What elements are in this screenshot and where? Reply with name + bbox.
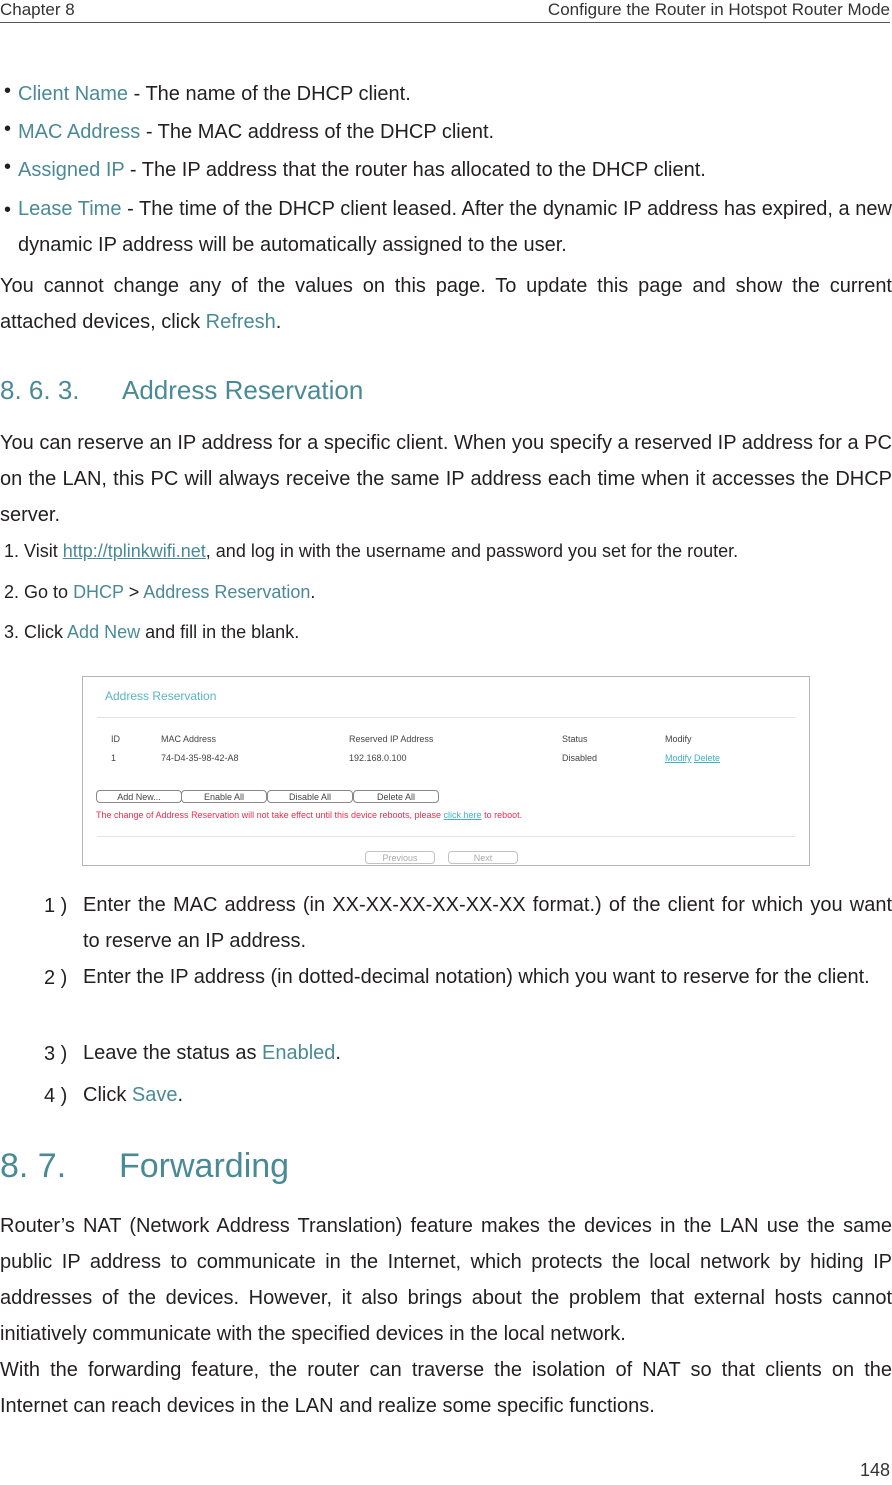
step-text: Click: [24, 622, 68, 642]
step-text: .: [310, 582, 316, 602]
forwarding-paragraph-2: With the forwarding feature, the router …: [0, 1359, 892, 1417]
chapter-title: Configure the Router in Hotspot Router M…: [547, 0, 890, 19]
substep-text: Enter the MAC address (in XX-XX-XX-XX-XX…: [83, 887, 892, 959]
row-id: 1: [111, 753, 117, 763]
disable-all-button[interactable]: Disable All: [267, 790, 353, 803]
next-button[interactable]: Next: [448, 851, 518, 864]
substep-body: .: [335, 1042, 341, 1064]
dhcp-menu-link[interactable]: DHCP: [73, 582, 124, 602]
column-header-modify: Modify: [665, 734, 692, 744]
term: Lease Time: [18, 198, 122, 220]
divider: [97, 836, 795, 837]
list-item: Client Name - The name of the DHCP clien…: [18, 76, 892, 112]
page-number: 148: [859, 1460, 890, 1480]
reboot-warning: The change of Address Reservation will n…: [96, 810, 522, 820]
tplinkwifi-link[interactable]: http://tplinkwifi.net: [63, 541, 206, 561]
warning-text: to reboot.: [481, 810, 523, 820]
forwarding-paragraph-1: Router’s NAT (Network Address Translatio…: [0, 1215, 892, 1345]
section-intro: You can reserve an IP address for a spec…: [0, 432, 892, 526]
click-here-reboot-link[interactable]: click here: [444, 810, 482, 820]
refresh-link[interactable]: Refresh: [206, 311, 276, 333]
step-2: 2. Go to DHCP > Address Reservation.: [4, 582, 315, 603]
address-reservation-link[interactable]: Address Reservation: [143, 582, 310, 602]
section-heading-8-7: 8. 7. Forwarding: [0, 1147, 289, 1186]
step-3: 3. Click Add New and fill in the blank.: [4, 622, 299, 643]
row-mac: 74-D4-35-98-42-A8: [161, 753, 239, 763]
step-text: Visit: [24, 541, 63, 561]
step-number: 3.: [4, 622, 20, 642]
refresh-note: You cannot change any of the values on t…: [0, 268, 892, 340]
step-text: and fill in the blank.: [140, 622, 300, 642]
step-number: 2.: [4, 582, 20, 602]
substep-text: Leave the status as Enabled.: [83, 1035, 892, 1071]
bullet-icon: •: [4, 118, 12, 140]
section-number: 8. 6. 3.: [0, 375, 80, 405]
column-header-status: Status: [562, 734, 588, 744]
step-text: >: [123, 582, 144, 602]
note-text: You cannot change any of the values on t…: [0, 275, 892, 333]
bullet-icon: •: [4, 156, 12, 178]
step-number: 1.: [4, 541, 20, 561]
column-header-ip: Reserved IP Address: [349, 734, 434, 744]
warning-text: The change of Address Reservation will n…: [96, 810, 444, 820]
section-number: 8. 7.: [0, 1147, 67, 1185]
step-text: Go to: [24, 582, 74, 602]
modify-link[interactable]: Modify: [665, 753, 692, 763]
row-actions: Modify Delete: [665, 753, 720, 763]
substep-number: 1 ): [44, 895, 68, 917]
chapter-label: Chapter 8: [0, 0, 75, 19]
substep-body: Leave the status as: [83, 1042, 263, 1064]
description: - The time of the DHCP client leased. Af…: [18, 198, 892, 256]
add-new-button[interactable]: Add New...: [96, 790, 182, 803]
previous-button[interactable]: Previous: [365, 851, 435, 864]
description: - The name of the DHCP client.: [128, 83, 411, 105]
substep-body: Enter the IP address (in dotted-decimal …: [83, 966, 870, 988]
delete-link[interactable]: Delete: [694, 753, 720, 763]
enabled-status-link[interactable]: Enabled: [262, 1042, 335, 1064]
delete-all-button[interactable]: Delete All: [353, 790, 439, 803]
list-item: MAC Address - The MAC address of the DHC…: [18, 114, 892, 150]
description: - The MAC address of the DHCP client.: [140, 121, 495, 143]
substep-number: 2 ): [44, 967, 68, 989]
substep-body: Enter the MAC address (in XX-XX-XX-XX-XX…: [83, 894, 892, 952]
substep-text: Enter the IP address (in dotted-decimal …: [83, 959, 892, 995]
list-item: Lease Time - The time of the DHCP client…: [18, 191, 892, 263]
section-title: Address Reservation: [122, 375, 364, 405]
enable-all-button[interactable]: Enable All: [181, 790, 267, 803]
section-title: Forwarding: [119, 1147, 290, 1185]
bullet-icon: •: [4, 199, 12, 221]
term: MAC Address: [18, 121, 141, 143]
substep-body: .: [177, 1084, 184, 1106]
substep-number: 3 ): [44, 1043, 68, 1065]
bullet-icon: •: [4, 80, 12, 102]
save-link[interactable]: Save: [132, 1084, 178, 1106]
step-1: 1. Visit http://tplinkwifi.net, and log …: [4, 541, 738, 562]
address-reservation-screenshot: Address Reservation ID MAC Address Reser…: [82, 676, 810, 866]
term: Assigned IP: [18, 159, 125, 181]
column-header-id: ID: [111, 734, 120, 744]
substep-body: Click: [83, 1084, 132, 1106]
description: - The IP address that the router has all…: [124, 159, 706, 181]
page-header: Chapter 8 Configure the Router in Hotspo…: [0, 0, 890, 23]
add-new-link[interactable]: Add New: [67, 622, 140, 642]
step-text: , and log in with the username and passw…: [205, 541, 739, 561]
row-status: Disabled: [562, 753, 598, 763]
panel-title: Address Reservation: [105, 689, 217, 703]
term: Client Name: [18, 83, 129, 105]
row-ip: 192.168.0.100: [349, 753, 407, 763]
note-text: .: [275, 311, 282, 333]
substep-text: Click Save.: [83, 1077, 892, 1113]
substep-number: 4 ): [44, 1085, 68, 1107]
list-item: Assigned IP - The IP address that the ro…: [18, 152, 892, 188]
column-header-mac: MAC Address: [161, 734, 217, 744]
section-heading-8-6-3: 8. 6. 3. Address Reservation: [0, 375, 363, 406]
divider: [97, 717, 795, 718]
